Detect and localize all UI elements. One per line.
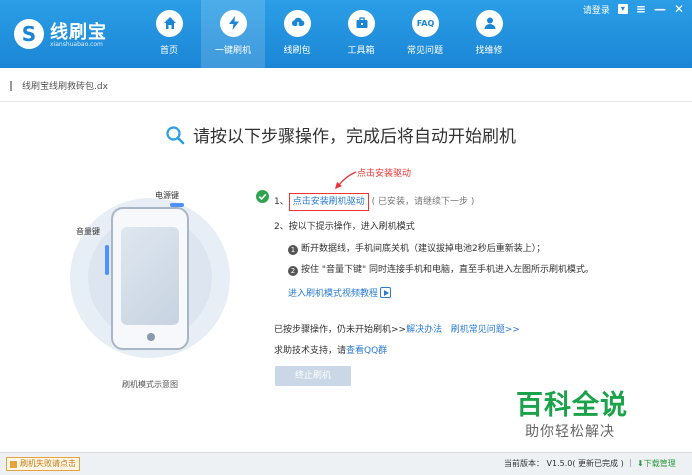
power-key-marker: [170, 203, 184, 207]
volume-key-marker: [105, 245, 109, 275]
download-manager-label: 下载管理: [643, 459, 676, 468]
phone-screen: [121, 227, 179, 325]
close-icon[interactable]: ✕: [674, 2, 684, 16]
step-1-note: ( 已安装，请继续下一步 ): [371, 197, 475, 207]
help-line-1: 已按步骤操作，仍未开始刷机>>解决办法 刷机常见问题>>: [274, 322, 520, 335]
download-icon: ⬇: [637, 459, 644, 468]
annotation-text: 点击安装驱动: [357, 169, 412, 179]
step-1-prefix: 1、: [274, 197, 289, 207]
step-2-sub-2-text: 按住 "音量下键" 同时连接手机和电脑，直至手机进入左图所示刷机模式。: [301, 265, 595, 275]
video-tutorial-label: 进入刷机模式视频教程: [288, 289, 379, 299]
video-tutorial-link[interactable]: 进入刷机模式视频教程: [288, 286, 392, 299]
main-nav: 首页 一键刷机 线刷包 工具箱 FAQ 常见问题 找维修: [137, 0, 521, 68]
phone-home-button: [147, 333, 155, 341]
flash-failed-feedback-button[interactable]: 刷机失败请点击: [6, 457, 80, 471]
minimize-icon[interactable]: —: [654, 2, 666, 16]
number-2-icon: 2: [288, 266, 298, 276]
annotation-arrow-icon: [335, 171, 357, 189]
toolbox-icon: [348, 10, 375, 37]
volume-key-label: 音量键: [76, 227, 100, 236]
illustration-caption: 刷机模式示意图: [122, 380, 178, 389]
phone-graphic: [111, 207, 189, 350]
file-bar: 线刷宝线刷救砖包.dx: [0, 68, 692, 102]
faq-icon: FAQ: [412, 10, 439, 37]
nav-toolbox-label: 工具箱: [347, 46, 375, 56]
nav-toolbox[interactable]: 工具箱: [329, 0, 393, 68]
stop-flash-button[interactable]: 终止刷机: [275, 366, 351, 386]
feedback-label: 刷机失败请点击: [20, 459, 76, 468]
qq-group-link[interactable]: 查看QQ群: [346, 346, 387, 356]
login-link[interactable]: 请登录: [583, 3, 610, 16]
nav-faq[interactable]: FAQ 常见问题: [393, 0, 457, 68]
step-1: 1、 点击安装刷机驱动 ( 已安装，请继续下一步 ): [274, 193, 475, 211]
number-1-icon: 1: [288, 245, 298, 255]
step-2-sub-2: 2 按住 "音量下键" 同时连接手机和电脑，直至手机进入左图所示刷机模式。: [288, 262, 594, 276]
skin-icon[interactable]: ▾: [617, 4, 628, 14]
watermark-title: 百科全说: [516, 390, 628, 421]
cloud-download-icon: [284, 10, 311, 37]
step-2-sub-1-text: 断开数据线，手机间底关机（建议拔掉电池2秒后重新装上）；: [301, 244, 546, 254]
instruction-title-text: 请按以下步骤操作，完成后将自动开始刷机: [193, 127, 516, 147]
faq-link[interactable]: 刷机常见问题>>: [451, 325, 520, 335]
help-line-2-text: 求助技术支持，请: [274, 346, 347, 356]
status-bar: 刷机失败请点击 当前版本： V1.5.0( 更新已完成 ) ｜ ⬇下载管理: [0, 452, 692, 475]
repair-person-icon: [476, 10, 503, 37]
nav-one-click-flash[interactable]: 一键刷机: [201, 0, 265, 68]
app-header: S 线刷宝 xianshuabao.com 首页 一键刷机 线刷包 工具箱 FA…: [0, 0, 692, 68]
check-icon: [256, 190, 269, 203]
step-2-sub-1: 1 断开数据线，手机间底关机（建议拔掉电池2秒后重新装上）；: [288, 241, 545, 255]
warning-icon: [10, 460, 17, 468]
nav-faq-label: 常见问题: [406, 46, 443, 56]
instruction-title: 请按以下步骤操作，完成后将自动开始刷机: [165, 122, 516, 147]
nav-flash-package[interactable]: 线刷包: [265, 0, 329, 68]
help-line-2: 求助技术支持，请查看QQ群: [274, 343, 387, 356]
nav-home[interactable]: 首页: [137, 0, 201, 68]
window-controls: 请登录 ▾ ≡ — ✕: [583, 2, 684, 16]
install-driver-link[interactable]: 点击安装刷机驱动: [288, 193, 369, 211]
file-name: 线刷宝线刷救砖包.dx: [22, 82, 108, 92]
logo-mark-icon: S: [14, 19, 44, 49]
nav-repair-label: 找维修: [475, 46, 503, 56]
home-icon: [156, 10, 183, 37]
lightning-icon: [220, 10, 247, 37]
solution-link[interactable]: 解决办法: [406, 325, 442, 335]
logo-domain: xianshuabao.com: [50, 41, 103, 48]
play-icon: [380, 287, 392, 298]
menu-icon[interactable]: ≡: [636, 2, 646, 16]
nav-repair[interactable]: 找维修: [457, 0, 521, 68]
app-logo: S 线刷宝 xianshuabao.com: [14, 18, 154, 52]
version-info: 当前版本： V1.5.0( 更新已完成 ) ｜: [504, 459, 635, 468]
flash-mode-illustration: 电源键 音量键 刷机模式示意图: [60, 190, 240, 390]
nav-flash-package-label: 线刷包: [283, 46, 311, 56]
help-line-1-text: 已按步骤操作，仍未开始刷机>>: [274, 325, 407, 335]
power-key-label: 电源键: [155, 191, 179, 200]
download-manager-link[interactable]: ⬇下载管理: [637, 458, 676, 469]
file-marker: [10, 81, 12, 91]
watermark-subtitle: 助你轻松解决: [525, 424, 615, 440]
step-2: 2、按以下提示操作，进入刷机模式: [274, 222, 415, 232]
nav-one-click-flash-label: 一键刷机: [214, 46, 251, 56]
nav-home-label: 首页: [159, 46, 178, 56]
search-icon: [166, 125, 185, 144]
